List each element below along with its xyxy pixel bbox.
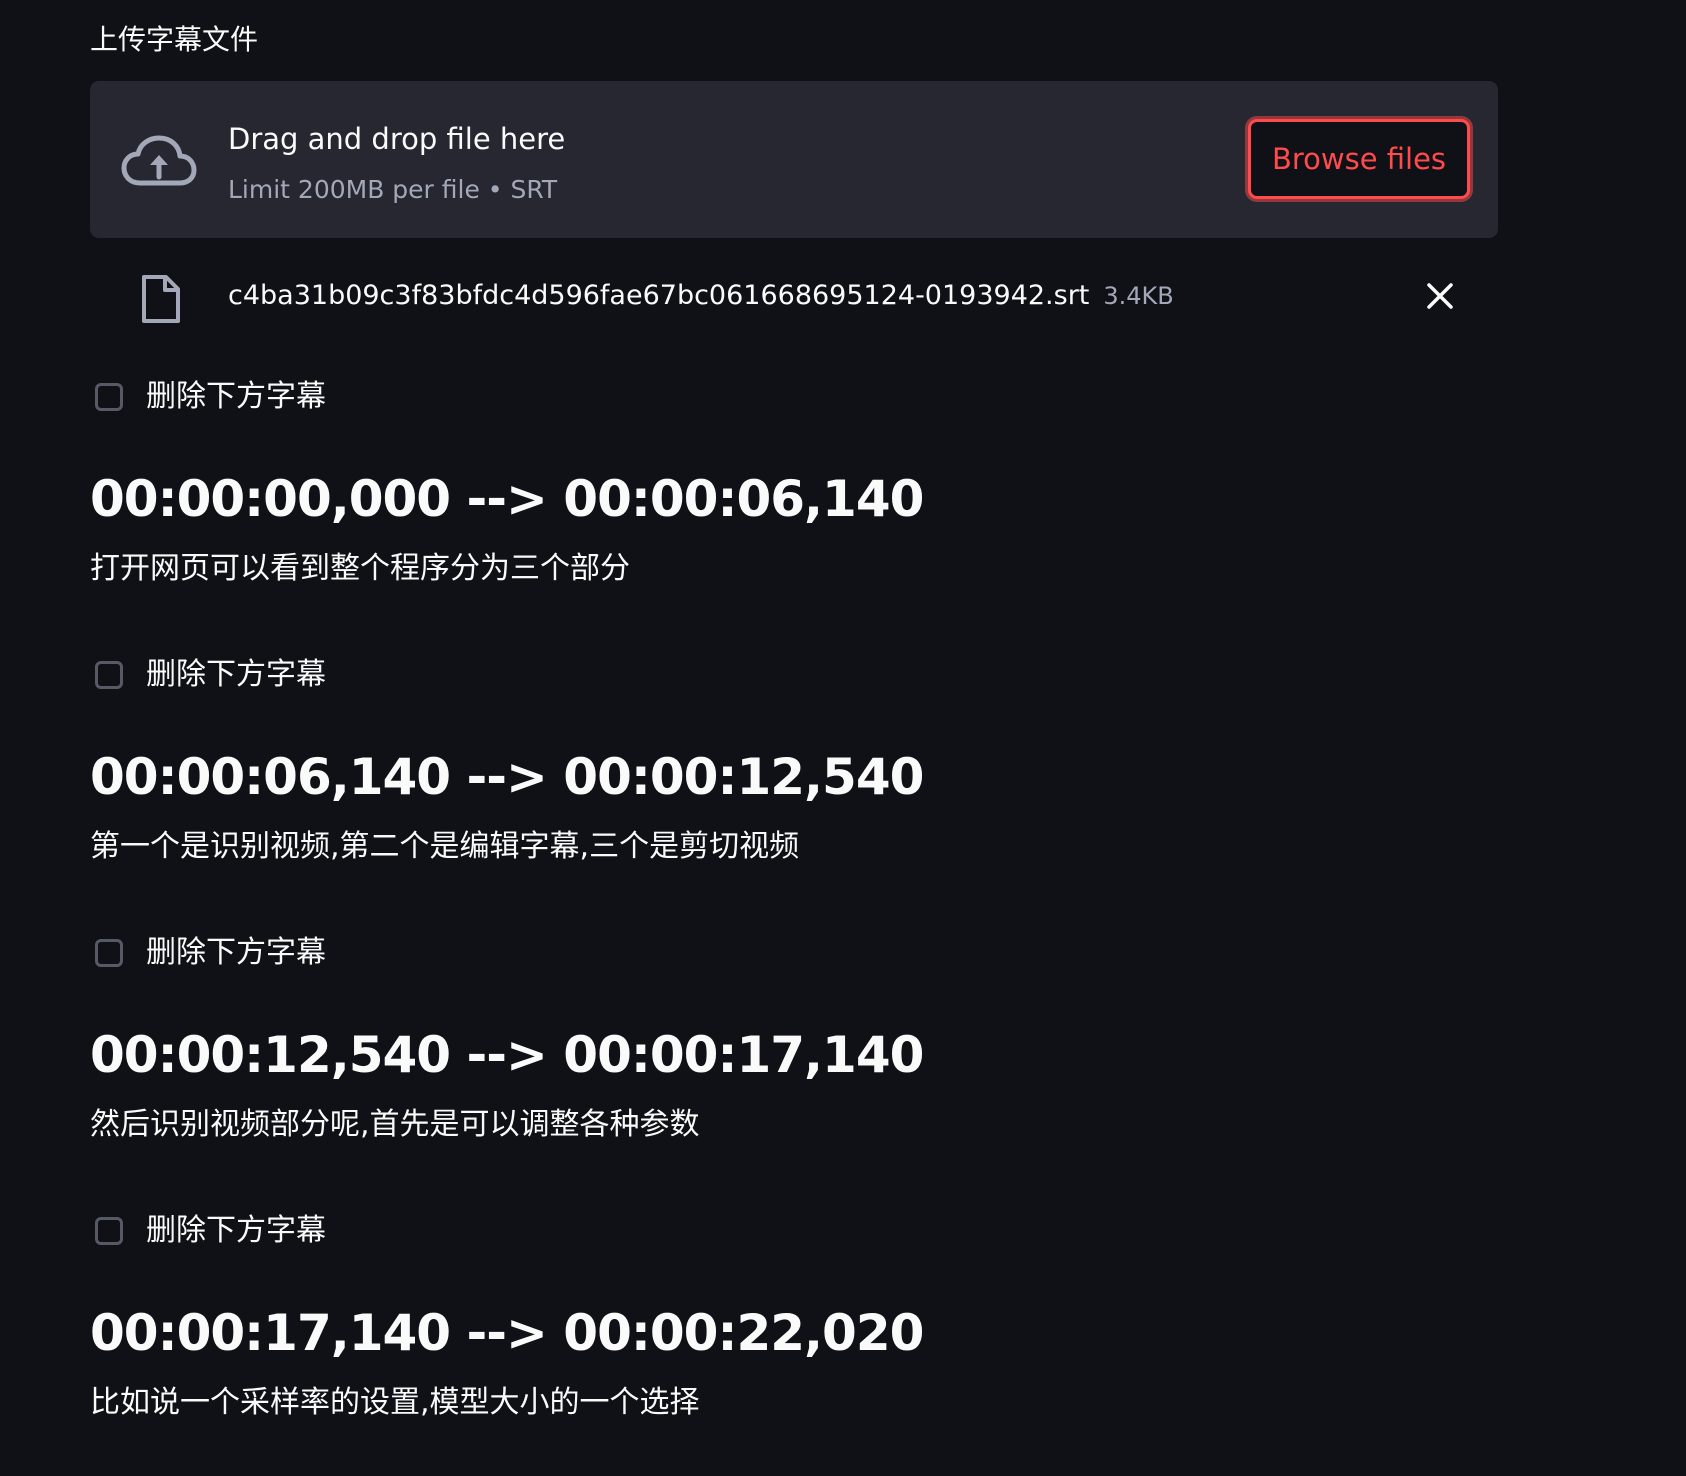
file-icon <box>142 275 180 323</box>
dropzone-title: Drag and drop file here <box>228 122 566 156</box>
subtitle-timecode: 00:00:12,540 --> 00:00:17,140 <box>90 1026 924 1084</box>
cloud-upload-icon <box>121 135 197 186</box>
file-name: c4ba31b09c3f83bfdc4d596fae67bc0616686951… <box>228 276 1174 316</box>
subtitle-timecode: 00:00:17,140 --> 00:00:22,020 <box>90 1304 924 1362</box>
subtitle-text: 打开网页可以看到整个程序分为三个部分 <box>90 551 630 586</box>
checkbox-label: 删除下方字幕 <box>146 1213 326 1248</box>
uploader-label: 上传字幕文件 <box>90 23 259 56</box>
subtitle-timecode: 00:00:00,000 --> 00:00:06,140 <box>90 470 924 528</box>
subtitle-timecode: 00:00:06,140 --> 00:00:12,540 <box>90 748 924 806</box>
dropzone-limit: Limit 200MB per file • SRT <box>228 175 558 204</box>
uploaded-file-row: c4ba31b09c3f83bfdc4d596fae67bc0616686951… <box>90 262 1498 332</box>
checkbox-box[interactable] <box>95 661 123 689</box>
close-icon[interactable] <box>1420 276 1460 316</box>
checkbox-box[interactable] <box>95 1217 123 1245</box>
subtitle-text: 第一个是识别视频,第二个是编辑字幕,三个是剪切视频 <box>90 829 800 864</box>
checkbox-label: 删除下方字幕 <box>146 379 326 414</box>
file-dropzone[interactable]: Drag and drop file here Limit 200MB per … <box>90 81 1498 238</box>
file-size: 3.4KB <box>1103 282 1174 310</box>
subtitle-text: 然后识别视频部分呢,首先是可以调整各种参数 <box>90 1107 700 1142</box>
checkbox-label: 删除下方字幕 <box>146 657 326 692</box>
checkbox-box[interactable] <box>95 383 123 411</box>
file-name-text: c4ba31b09c3f83bfdc4d596fae67bc0616686951… <box>228 280 1090 311</box>
subtitle-text: 比如说一个采样率的设置,模型大小的一个选择 <box>90 1385 700 1420</box>
checkbox-box[interactable] <box>95 939 123 967</box>
browse-files-button[interactable]: Browse files <box>1248 119 1470 199</box>
checkbox-label: 删除下方字幕 <box>146 935 326 970</box>
